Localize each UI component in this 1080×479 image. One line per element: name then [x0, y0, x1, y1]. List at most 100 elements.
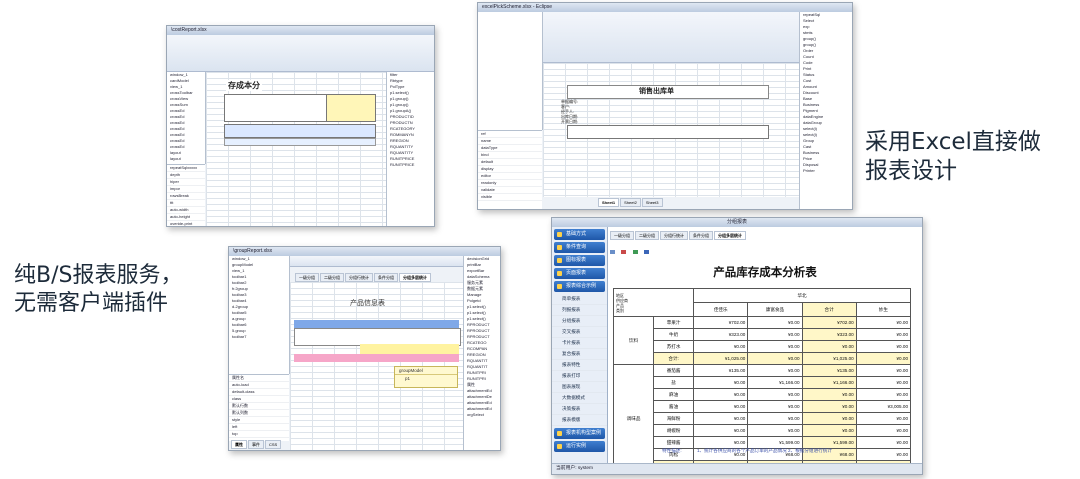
property-row[interactable]: left — [229, 424, 289, 431]
nav-link[interactable]: 分组报表 — [552, 316, 607, 327]
property-row[interactable]: rowsBreak — [167, 193, 205, 200]
property-row[interactable]: display — [478, 166, 542, 173]
nav-link[interactable]: 报表模版 — [552, 415, 607, 426]
sheet-tab[interactable]: Sheet1 — [598, 198, 620, 207]
value-cell: ¥0.00 — [855, 328, 912, 341]
excel-ribbon[interactable] — [167, 35, 434, 72]
property-row[interactable]: overide-print — [167, 221, 205, 226]
table-row: 合计: ¥1,025.00 ¥0.00 ¥1,025.00 ¥0.00 — [614, 352, 912, 365]
data-model-item[interactable]: RUNITPRICE — [387, 162, 434, 168]
property-row[interactable]: class — [229, 396, 289, 403]
property-row[interactable]: dataType — [478, 145, 542, 152]
property-row[interactable]: ttt — [167, 200, 205, 207]
property-row[interactable]: style — [229, 417, 289, 424]
property-panel[interactable]: ref name dataType bind default display editor r… — [478, 130, 542, 209]
report-tabs[interactable]: 一级分组 二级分组 分组行统计 条件分组 分组多层统计 — [610, 231, 746, 240]
report-toolbar[interactable] — [610, 243, 910, 254]
property-row[interactable]: repeatSqlxxxxx — [167, 165, 205, 172]
property-row[interactable]: default — [478, 159, 542, 166]
product-cell: 海鲜粉 — [653, 412, 695, 425]
property-row[interactable]: auto-height — [167, 214, 205, 221]
nav-link[interactable]: 复合报表 — [552, 349, 607, 360]
nav-link[interactable]: 交叉报表 — [552, 327, 607, 338]
panel-tab[interactable]: 事件 — [248, 440, 264, 449]
nav-link[interactable]: 决策报表 — [552, 404, 607, 415]
report-tab[interactable]: 分组行统计 — [660, 231, 688, 240]
value-cell: ¥1,166.00 — [747, 376, 803, 389]
tree-item[interactable]: layout — [167, 156, 205, 162]
nav-section[interactable]: 报表综合示例 — [554, 281, 605, 292]
export-word-icon[interactable] — [644, 249, 650, 254]
report-tab[interactable]: 一级分组 — [295, 273, 319, 282]
property-row[interactable]: ref — [478, 131, 542, 138]
sheet-tab[interactable]: Sheet2 — [620, 198, 641, 207]
data-model-panel[interactable]: repeatSql Select exp stmts group() group() Ord… — [799, 12, 852, 209]
property-row[interactable]: name — [478, 138, 542, 145]
nav-section[interactable]: 报表机构型案例 — [554, 428, 605, 439]
report-tab[interactable]: 二级分组 — [635, 231, 659, 240]
report-tab[interactable]: 分组多层统计 — [399, 273, 431, 282]
nav-section[interactable]: 条件查询 — [554, 242, 605, 253]
property-panel[interactable]: repeatSqlxxxxx depth hiper impor rowsBreak tt… — [167, 164, 205, 226]
report-field-label: 开票日期: — [561, 119, 579, 124]
sheet-tab[interactable]: Sheet3 — [641, 198, 663, 207]
data-model-panel[interactable]: decisionGrid printBar exportBar dataSchema 服… — [463, 256, 500, 450]
nav-link[interactable]: 卡片报表 — [552, 338, 607, 349]
property-row[interactable]: auto-width — [167, 207, 205, 214]
property-row[interactable]: bind — [478, 152, 542, 159]
nav-section[interactable]: 图标报表 — [554, 255, 605, 266]
panel-tab[interactable]: CSS — [265, 440, 282, 449]
tree-item[interactable]: toolbar7 — [229, 334, 289, 340]
table-row: 甜辣酱 ¥0.00 ¥1,599.00 ¥1,599.00 ¥0.00 — [614, 436, 912, 449]
property-row[interactable]: depth — [167, 172, 205, 179]
nav-link[interactable]: 图表展现 — [552, 382, 607, 393]
print-icon[interactable] — [610, 249, 615, 254]
report-tab[interactable]: 二级分组 — [320, 273, 344, 282]
sheet-tabs[interactable]: Sheet1 Sheet2 Sheet3 — [598, 198, 663, 207]
property-row[interactable]: hiper — [167, 179, 205, 186]
report-tab[interactable]: 分组行统计 — [345, 273, 373, 282]
nav-link[interactable]: 列报报表 — [552, 305, 607, 316]
report-tab[interactable]: 条件分组 — [689, 231, 713, 240]
group-model-popup[interactable]: groupModel p1 — [394, 366, 458, 388]
property-row[interactable]: 属性名 — [229, 375, 289, 382]
nav-section[interactable]: 基础方式 — [554, 229, 605, 240]
report-tabs[interactable]: 一级分组 二级分组 分组行统计 条件分组 分组多层统计 — [295, 273, 431, 282]
nav-link[interactable]: 简单报表 — [552, 294, 607, 305]
property-row[interactable]: visible — [478, 194, 542, 201]
property-row[interactable]: auto-load — [229, 382, 289, 389]
data-model-item[interactable]: Printer — [800, 168, 852, 174]
nav-section[interactable]: 运行实例 — [554, 441, 605, 452]
panel-tab[interactable]: 属性 — [231, 440, 247, 449]
nav-section[interactable]: 页面报表 — [554, 268, 605, 279]
property-row[interactable]: 默认行数 — [229, 403, 289, 410]
export-pdf-icon[interactable] — [621, 249, 627, 254]
property-row[interactable]: default-class — [229, 389, 289, 396]
report-tab[interactable]: 条件分组 — [374, 273, 398, 282]
report-tab[interactable]: 一级分组 — [610, 231, 634, 240]
property-panel[interactable]: 属性名 auto-load default-class class 默认行数 默认列数 st… — [229, 374, 289, 441]
property-row[interactable]: validate — [478, 187, 542, 194]
nav-link[interactable]: 大数据模式 — [552, 393, 607, 404]
data-model-item[interactable]: orgSelect — [464, 412, 500, 418]
spreadsheet-area[interactable]: 产品信息表 groupModel p1 — [290, 282, 463, 450]
nav-link[interactable]: 报表特性 — [552, 360, 607, 371]
project-tree[interactable] — [478, 12, 543, 130]
property-row[interactable]: readonly — [478, 180, 542, 187]
property-row[interactable]: editor — [478, 173, 542, 180]
spreadsheet-area[interactable]: 销售出库单 单据编号: 客户: 经手人: 出库日期: 开票日期: — [543, 63, 799, 197]
report-tab[interactable]: 分组多层统计 — [714, 231, 746, 240]
model-tree[interactable]: window_1 cardModel view_1 crossToolbar cross… — [167, 72, 206, 164]
spreadsheet-area[interactable]: 存成本分 — [206, 72, 386, 226]
property-row[interactable]: 默认列数 — [229, 410, 289, 417]
screenshot-sales-outbound-designer: excelPickScheme.xlsx - Eclipse ref name da… — [477, 2, 853, 210]
property-row[interactable]: impor — [167, 186, 205, 193]
export-excel-icon[interactable] — [632, 249, 638, 254]
data-model-panel[interactable]: filter Rbtype PolType p1.select() p1.group()… — [386, 72, 434, 226]
value-cell: ¥1,025.00 — [693, 352, 749, 365]
left-navigation[interactable]: 基础方式条件查询图标报表页面报表报表综合示例 简单报表 列报报表 分组报表 交叉报表 卡片… — [552, 227, 608, 463]
nav-link[interactable]: 报表打印 — [552, 371, 607, 382]
panel-tabs[interactable]: 属性 事件 CSS — [231, 440, 282, 449]
model-tree[interactable]: window_1 groupModel view_1 toolbar1 toolbar2… — [229, 256, 290, 374]
property-row[interactable]: top — [229, 431, 289, 438]
